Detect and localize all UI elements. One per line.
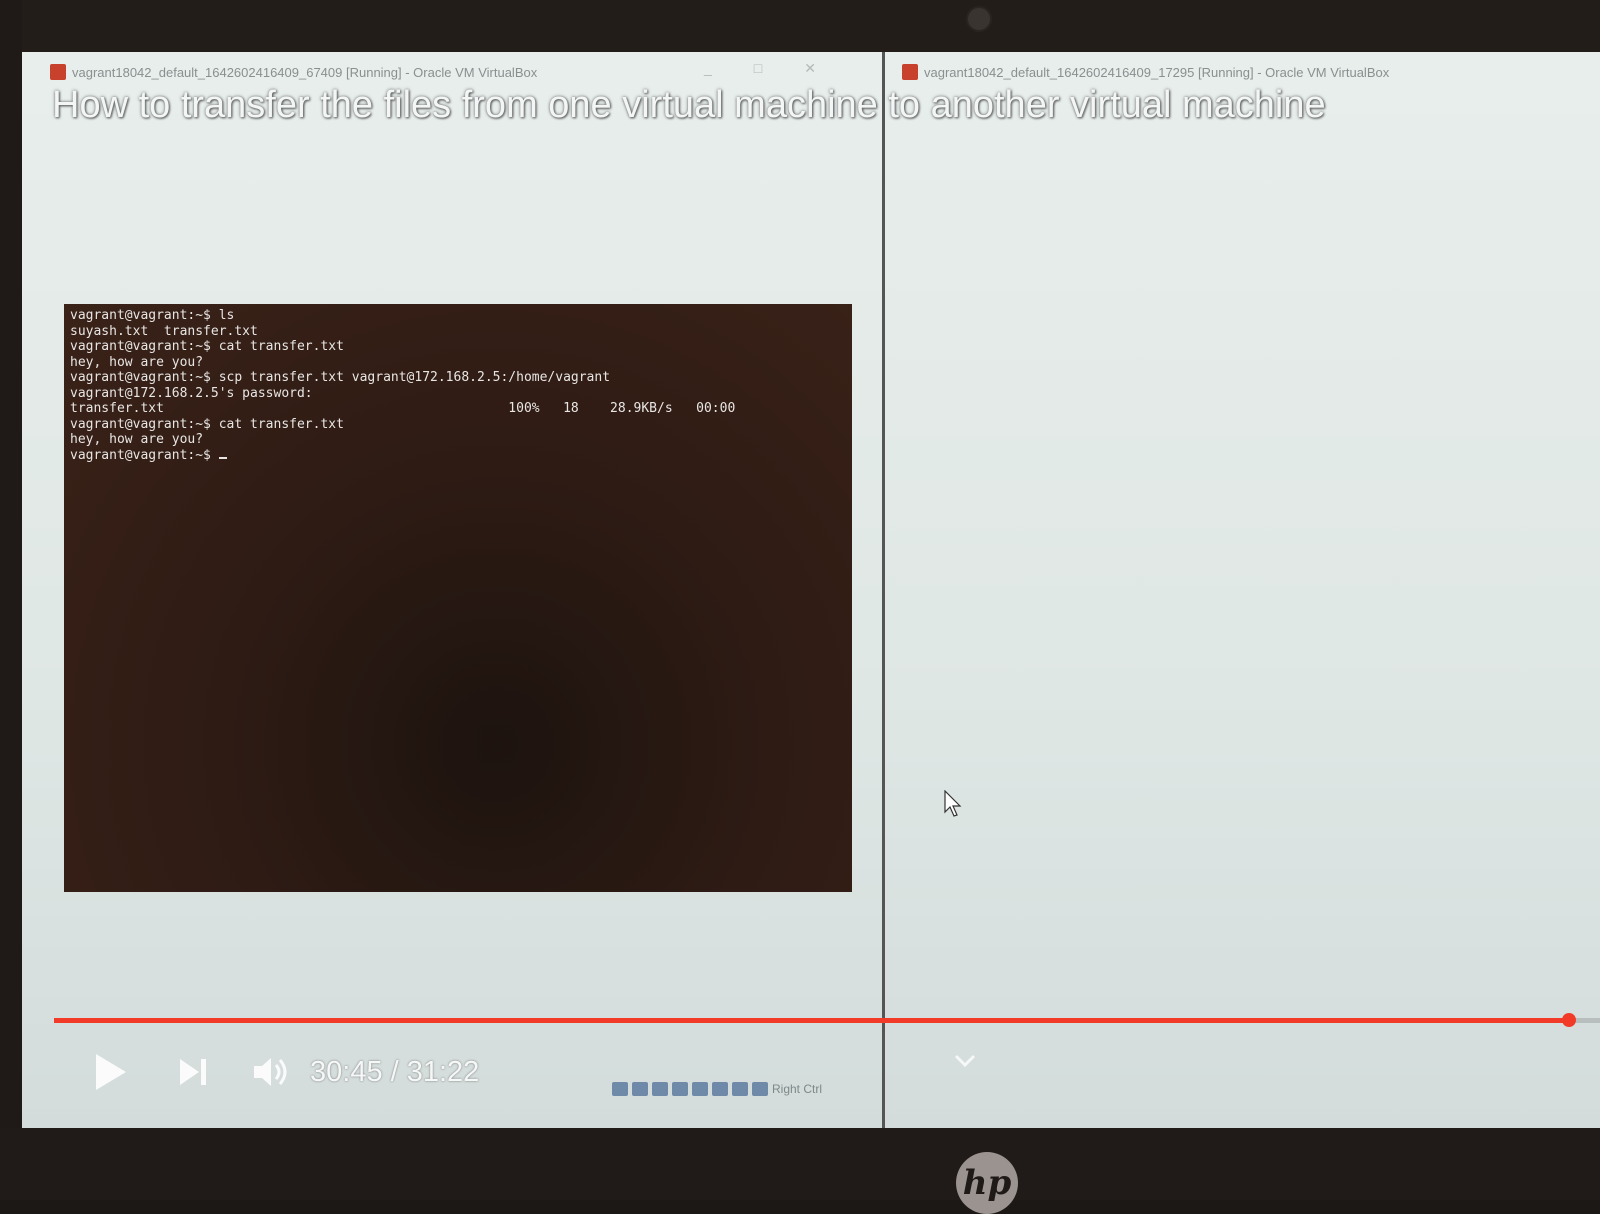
- volume-button[interactable]: [246, 1044, 296, 1100]
- window-controls[interactable]: _□✕: [704, 60, 858, 77]
- laptop-bezel-left: [0, 0, 22, 1200]
- host-key-label: Right Ctrl: [772, 1082, 823, 1096]
- video-progress-bar[interactable]: [54, 1013, 1600, 1027]
- terminal-line: vagrant@vagrant:~$: [70, 448, 846, 464]
- next-button[interactable]: [168, 1044, 218, 1100]
- laptop-screen: vagrant18042_default_1642602416409_67409…: [22, 52, 1600, 1128]
- video-title: How to transfer the files from one virtu…: [52, 84, 1326, 126]
- laptop-bezel-top: [0, 0, 1600, 52]
- laptop-bezel-bottom: [0, 1128, 1600, 1200]
- vm-window-right: vagrant18042_default_1642602416409_17295…: [884, 52, 1600, 1128]
- terminal-line: vagrant@vagrant:~$ cat transfer.txt: [70, 416, 344, 432]
- hp-logo: hp: [956, 1152, 1018, 1214]
- terminal-cursor: [218, 456, 227, 459]
- vm-window-left: vagrant18042_default_1642602416409_67409…: [32, 52, 882, 1128]
- chevron-down-icon[interactable]: [954, 1044, 976, 1075]
- volume-icon: [254, 1058, 287, 1086]
- progress-fill: [54, 1018, 1570, 1023]
- virtualbox-icon: [902, 64, 918, 80]
- optical-drive-icon[interactable]: [632, 1082, 648, 1096]
- terminal-line: vagrant@vagrant:~$ cat transfer.txt: [70, 339, 344, 354]
- time-display: 30:45 / 31:22: [310, 1055, 480, 1088]
- terminal-line: hey, how are you?: [70, 432, 204, 447]
- mouse-pointer-icon: [944, 790, 962, 817]
- terminal-line: hey, how are you?: [70, 354, 204, 370]
- display-icon[interactable]: [712, 1082, 728, 1096]
- storage-icon[interactable]: [612, 1082, 628, 1096]
- vm-right-titlebar[interactable]: vagrant18042_default_1642602416409_17295…: [884, 60, 1600, 84]
- recording-icon[interactable]: [732, 1082, 748, 1096]
- terminal-line: vagrant@vagrant:~$ ls: [70, 308, 235, 323]
- play-icon: [96, 1054, 126, 1090]
- terminal-line: transfer.txt 100% 18 28.9KB/s 00:00: [70, 401, 736, 416]
- video-controls: 30:45 / 31:22: [82, 1042, 479, 1102]
- webcam: [966, 6, 992, 32]
- terminal-left[interactable]: vagrant@vagrant:~$ ls suyash.txt transfer…: [64, 304, 852, 892]
- skip-next-icon: [180, 1059, 206, 1085]
- progress-scrubber[interactable]: [1562, 1013, 1577, 1027]
- terminal-line: vagrant@172.168.2.5's password:: [70, 385, 313, 401]
- shared-folder-icon[interactable]: [692, 1082, 708, 1096]
- virtualbox-statusbar: Right Ctrl: [612, 1082, 822, 1096]
- network-icon[interactable]: [652, 1082, 668, 1096]
- play-button[interactable]: [82, 1044, 138, 1100]
- virtualbox-icon: [50, 64, 66, 80]
- terminal-line: suyash.txt transfer.txt: [70, 323, 258, 339]
- terminal-line: vagrant@vagrant:~$ scp transfer.txt vagr…: [70, 370, 611, 385]
- mouse-integration-icon[interactable]: [752, 1082, 768, 1096]
- vm-right-window-title: vagrant18042_default_1642602416409_17295…: [924, 64, 1390, 80]
- vm-left-window-title: vagrant18042_default_1642602416409_67409…: [72, 64, 538, 80]
- usb-icon[interactable]: [672, 1082, 688, 1096]
